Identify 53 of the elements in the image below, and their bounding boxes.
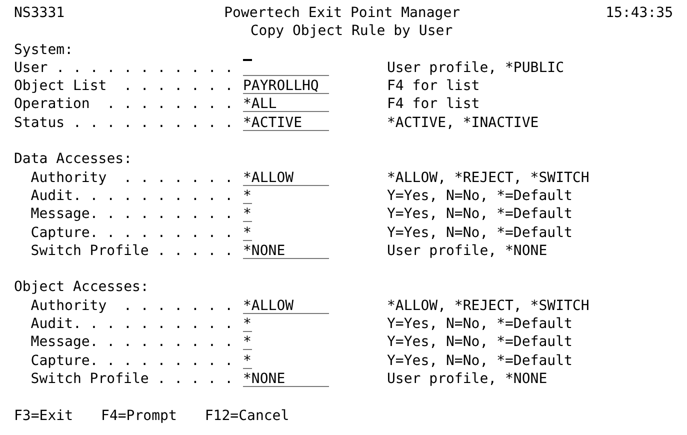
input-field[interactable]: *NONE: [243, 370, 329, 387]
help-text: F4 for list: [387, 95, 480, 114]
help-text: Y=Yes, N=No, *=Default: [387, 224, 572, 242]
section-heading: System:: [14, 40, 74, 59]
input-field[interactable]: *ALLOW: [243, 168, 329, 186]
time: 15:43:35: [606, 4, 673, 22]
input-field[interactable]: *ALLOW: [243, 296, 329, 314]
screen-id: NS3331: [14, 4, 65, 22]
field-label: Switch Profile . . . . .: [30, 370, 234, 387]
field-label: User . . . . . . . . . . .: [14, 60, 234, 76]
help-text: Y=Yes, N=No, *=Default: [387, 352, 572, 370]
help-text: User profile, *NONE: [387, 242, 548, 260]
field-label: Switch Profile . . . . .: [30, 242, 234, 259]
field-label: Authority . . . . . . .: [30, 170, 234, 186]
field-label: Message. . . . . . . . .: [30, 334, 234, 350]
input-field[interactable]: *ALL: [243, 95, 329, 112]
field-label: Capture. . . . . . . . .: [30, 224, 234, 241]
input-field[interactable]: PAYROLLHQ: [243, 77, 329, 94]
field-label: Audit. . . . . . . . . .: [30, 316, 234, 332]
help-text: User profile, *NONE: [387, 370, 548, 388]
input-field[interactable]: *: [243, 352, 252, 369]
field-label: Message. . . . . . . . .: [30, 206, 234, 222]
input-field[interactable]: *ACTIVE: [243, 114, 329, 131]
help-text: *ALLOW, *REJECT, *SWITCH: [387, 168, 590, 187]
field-label: Object List . . . . . . .: [14, 78, 234, 94]
input-field[interactable]: *: [243, 186, 252, 204]
input-field[interactable]: [243, 58, 329, 76]
text-cursor: [243, 58, 252, 61]
help-text: Y=Yes, N=No, *=Default: [387, 315, 572, 334]
section-heading: Data Accesses:: [14, 150, 132, 169]
input-field[interactable]: *: [243, 333, 252, 350]
screen-subtitle: Copy Object Rule by User: [250, 22, 453, 41]
field-label: Status . . . . . . . . . .: [14, 114, 234, 131]
screen-title: Powertech Exit Point Manager: [224, 4, 460, 22]
function-key[interactable]: F3=Exit: [14, 406, 74, 425]
field-label: Audit. . . . . . . . . .: [30, 188, 234, 204]
help-text: User profile, *PUBLIC: [387, 58, 564, 78]
help-text: F4 for list: [387, 77, 480, 96]
help-text: Y=Yes, N=No, *=Default: [387, 333, 572, 352]
field-label: Authority . . . . . . .: [30, 298, 234, 314]
function-key[interactable]: F4=Prompt: [101, 406, 177, 425]
input-field[interactable]: *: [243, 315, 252, 332]
field-label: Operation . . . . . . . .: [14, 96, 234, 112]
section-heading: Object Accesses:: [14, 278, 149, 297]
help-text: Y=Yes, N=No, *=Default: [387, 186, 572, 206]
field-label: Capture. . . . . . . . .: [30, 352, 234, 369]
input-field[interactable]: *: [243, 224, 252, 241]
input-field[interactable]: *: [243, 205, 252, 222]
input-field[interactable]: *NONE: [243, 242, 329, 259]
help-text: Y=Yes, N=No, *=Default: [387, 205, 572, 224]
function-key[interactable]: F12=Cancel: [204, 406, 290, 425]
help-text: *ALLOW, *REJECT, *SWITCH: [387, 296, 590, 316]
help-text: *ACTIVE, *INACTIVE: [387, 114, 539, 132]
